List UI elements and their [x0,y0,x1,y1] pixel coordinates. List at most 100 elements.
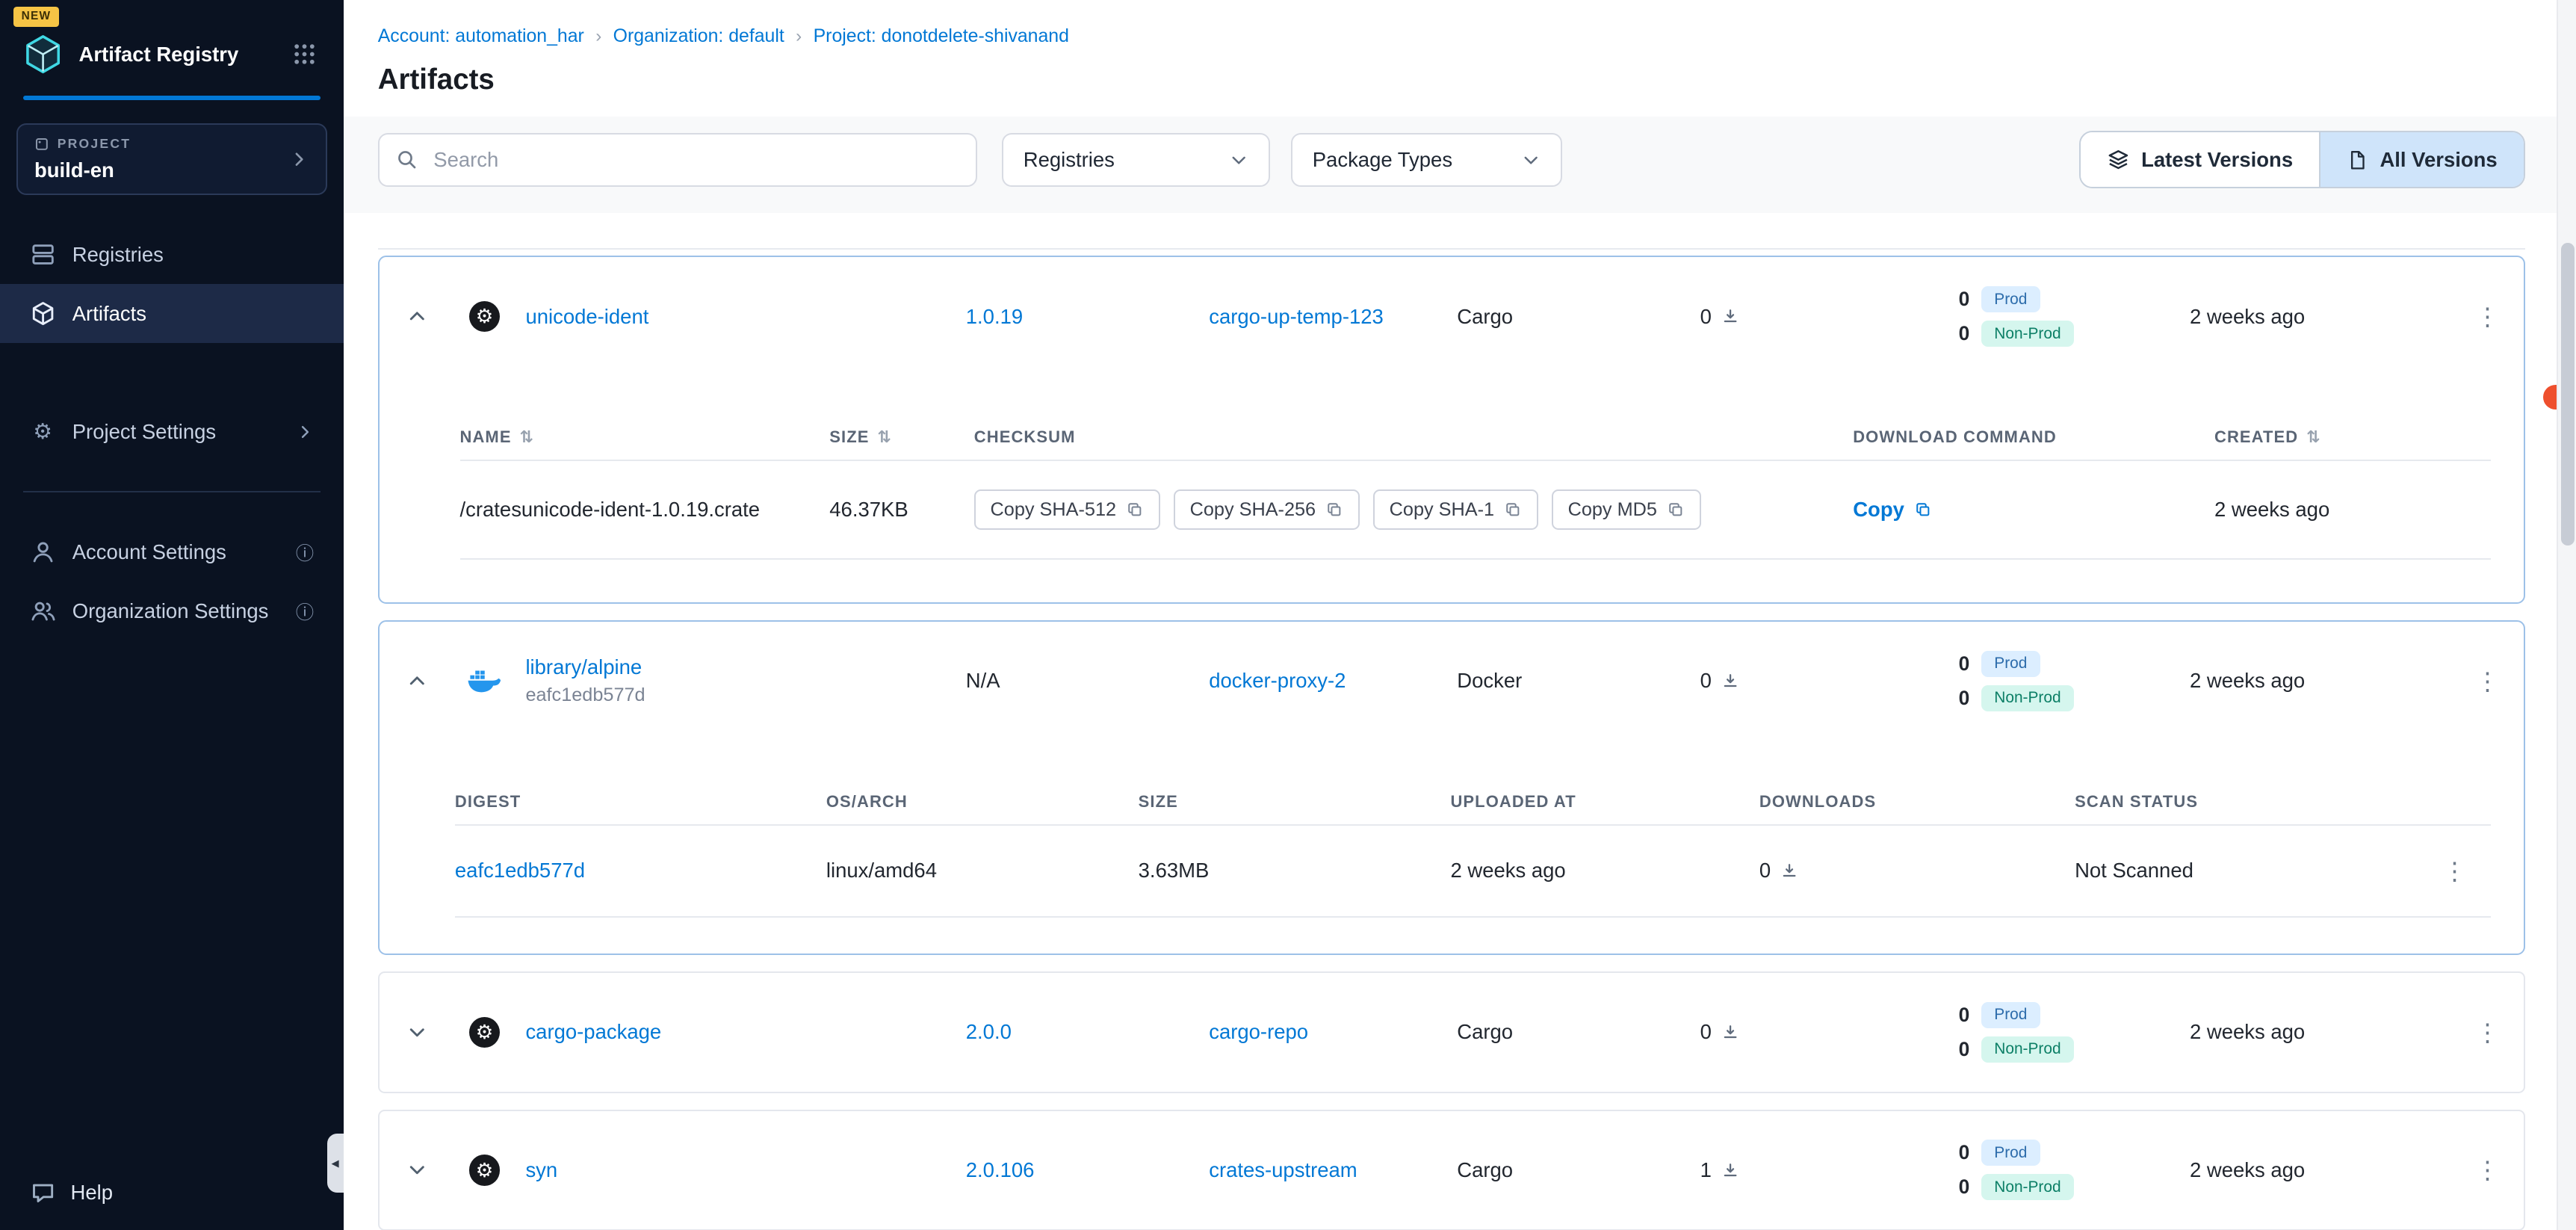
files-table-header: NAME⇅ SIZE⇅ CHECKSUM DOWNLOAD COMMAND CR… [460,415,2491,461]
files-table: NAME⇅ SIZE⇅ CHECKSUM DOWNLOAD COMMAND CR… [380,376,2524,602]
sort-icon[interactable]: ⇅ [877,427,892,447]
artifact-row: library/alpine eafc1edb577d N/A docker-p… [380,622,2524,740]
row-menu-kebab[interactable]: ⋮ [2451,1158,2524,1182]
sort-icon[interactable]: ⇅ [2306,427,2321,447]
artifact-registry-link[interactable]: cargo-up-temp-123 [1209,305,1384,328]
artifact-name-link[interactable]: syn [525,1158,965,1182]
prod-badge: Prod [1981,1140,2040,1166]
file-row: /cratesunicode-ident-1.0.19.crate 46.37K… [460,461,2491,560]
prod-badge: Prod [1981,1002,2040,1028]
docker-icon [455,668,514,694]
artifact-card-library-alpine: library/alpine eafc1edb577d N/A docker-p… [378,620,2525,955]
sidebar-item-registries[interactable]: Registries [0,225,344,284]
artifact-name-link[interactable]: unicode-ident [525,305,965,329]
col-size: SIZE [1139,792,1178,812]
sidebar-collapse-handle[interactable]: ◀ [327,1134,344,1193]
deployments-cell: 0Prod 0Non-Prod [1947,286,2190,347]
scrolled-row-remnant [378,217,2525,250]
breadcrumb-organization-link[interactable]: Organization: default [613,26,784,47]
row-menu-kebab[interactable]: ⋮ [2451,304,2524,329]
artifact-registry-link[interactable]: docker-proxy-2 [1209,669,1346,692]
chevron-down-icon [1229,150,1248,170]
artifact-list: ⚙ unicode-ident 1.0.19 cargo-up-temp-123… [344,213,2557,1230]
artifacts-icon [30,300,56,327]
package-type: Cargo [1457,1158,1700,1182]
package-types-filter-label: Package Types [1313,148,1452,172]
page-scrollbar [2557,0,2576,1230]
search-input[interactable] [430,146,960,173]
sidebar-item-account-settings[interactable]: Account Settings ⓘ [0,522,344,581]
digest-uploaded-at: 2 weeks ago [1450,859,1759,883]
project-selector[interactable]: PROJECT build-en [16,123,327,196]
latest-versions-toggle[interactable]: Latest Versions [2081,132,2321,187]
copy-download-command-button[interactable]: Copy [1853,498,2214,522]
breadcrumb-project-link[interactable]: Project: donotdelete-shivanand [814,26,1069,47]
copy-sha256-button[interactable]: Copy SHA-256 [1174,489,1360,531]
digest-link[interactable]: eafc1edb577d [455,859,585,882]
apps-grid-icon[interactable] [292,42,317,67]
package-type: Cargo [1457,1020,1700,1044]
col-size: SIZE [829,427,869,447]
help-button[interactable]: Help [0,1180,344,1230]
expand-row-toggle[interactable] [380,1159,455,1181]
brand-accent-bar [23,96,321,101]
page-header: Account: automation_har › Organization: … [344,0,2557,96]
all-versions-toggle[interactable]: All Versions [2320,132,2524,187]
downloads-count: 0 [1700,669,1712,693]
sort-icon[interactable]: ⇅ [520,427,535,447]
col-os-arch: OS/ARCH [826,792,908,812]
collapse-row-toggle[interactable] [380,670,455,692]
copy-icon [1325,501,1343,519]
download-icon [1721,1161,1739,1179]
artifact-name-link[interactable]: cargo-package [525,1020,965,1044]
downloads-count: 0 [1759,859,1771,883]
artifact-row: ⚙ syn 2.0.106 crates-upstream Cargo 1 0P… [380,1111,2524,1229]
chevron-down-icon [1521,150,1541,170]
breadcrumb-account-link[interactable]: Account: automation_har [378,26,584,47]
layers-icon [2107,148,2130,171]
copy-sha1-button[interactable]: Copy SHA-1 [1373,489,1538,531]
info-icon[interactable]: ⓘ [296,598,314,624]
cargo-icon: ⚙ [455,301,514,333]
sidebar-nav: Registries Artifacts ⚙ Project Settings [0,225,344,640]
download-icon [1721,1023,1739,1041]
non-prod-badge: Non-Prod [1981,1036,2075,1063]
copy-sha512-button[interactable]: Copy SHA-512 [974,489,1160,531]
chat-icon [30,1180,56,1206]
deployments-cell: 0Prod 0Non-Prod [1947,651,2190,711]
versions-toggle-group: Latest Versions All Versions [2079,131,2525,188]
artifact-version-link[interactable]: 1.0.19 [966,305,1023,328]
artifact-version-link[interactable]: 2.0.0 [966,1020,1012,1043]
artifact-registry-link[interactable]: crates-upstream [1209,1158,1357,1181]
row-menu-kebab[interactable]: ⋮ [2418,859,2491,883]
artifact-registry-link[interactable]: cargo-repo [1209,1020,1308,1043]
page-title: Artifacts [378,64,2525,96]
sidebar-item-organization-settings[interactable]: Organization Settings ⓘ [0,581,344,640]
row-menu-kebab[interactable]: ⋮ [2451,1020,2524,1045]
expand-row-toggle[interactable] [380,1022,455,1043]
cargo-icon: ⚙ [455,1155,514,1186]
artifact-version-link[interactable]: 2.0.106 [966,1158,1035,1181]
digest-downloads: 0 [1759,859,2075,883]
artifact-name-link[interactable]: library/alpine [525,655,965,679]
copy-md5-button[interactable]: Copy MD5 [1552,489,1701,531]
package-types-filter-select[interactable]: Package Types [1291,133,1562,188]
digest-os-arch: linux/amd64 [826,859,1139,883]
sidebar-item-project-settings[interactable]: ⚙ Project Settings [0,402,344,461]
file-size: 46.37KB [829,498,974,522]
deployments-cell: 0Prod 0Non-Prod [1947,1140,2190,1200]
digests-table-header: DIGEST OS/ARCH SIZE UPLOADED AT DOWNLOAD… [455,779,2491,826]
registries-filter-select[interactable]: Registries [1002,133,1269,188]
collapse-row-toggle[interactable] [380,306,455,327]
artifact-card-syn: ⚙ syn 2.0.106 crates-upstream Cargo 1 0P… [378,1110,2525,1230]
info-icon[interactable]: ⓘ [296,539,314,565]
new-badge: NEW [13,7,60,27]
col-scan-status: SCAN STATUS [2075,792,2198,812]
app-title: Artifact Registry [79,43,278,67]
row-menu-kebab[interactable]: ⋮ [2451,669,2524,693]
sidebar-item-label: Account Settings [72,540,226,564]
scrollbar-thumb[interactable] [2561,243,2575,546]
breadcrumb-separator: › [595,26,601,47]
sidebar-item-label: Project Settings [72,420,216,444]
sidebar-item-artifacts[interactable]: Artifacts [0,284,344,343]
